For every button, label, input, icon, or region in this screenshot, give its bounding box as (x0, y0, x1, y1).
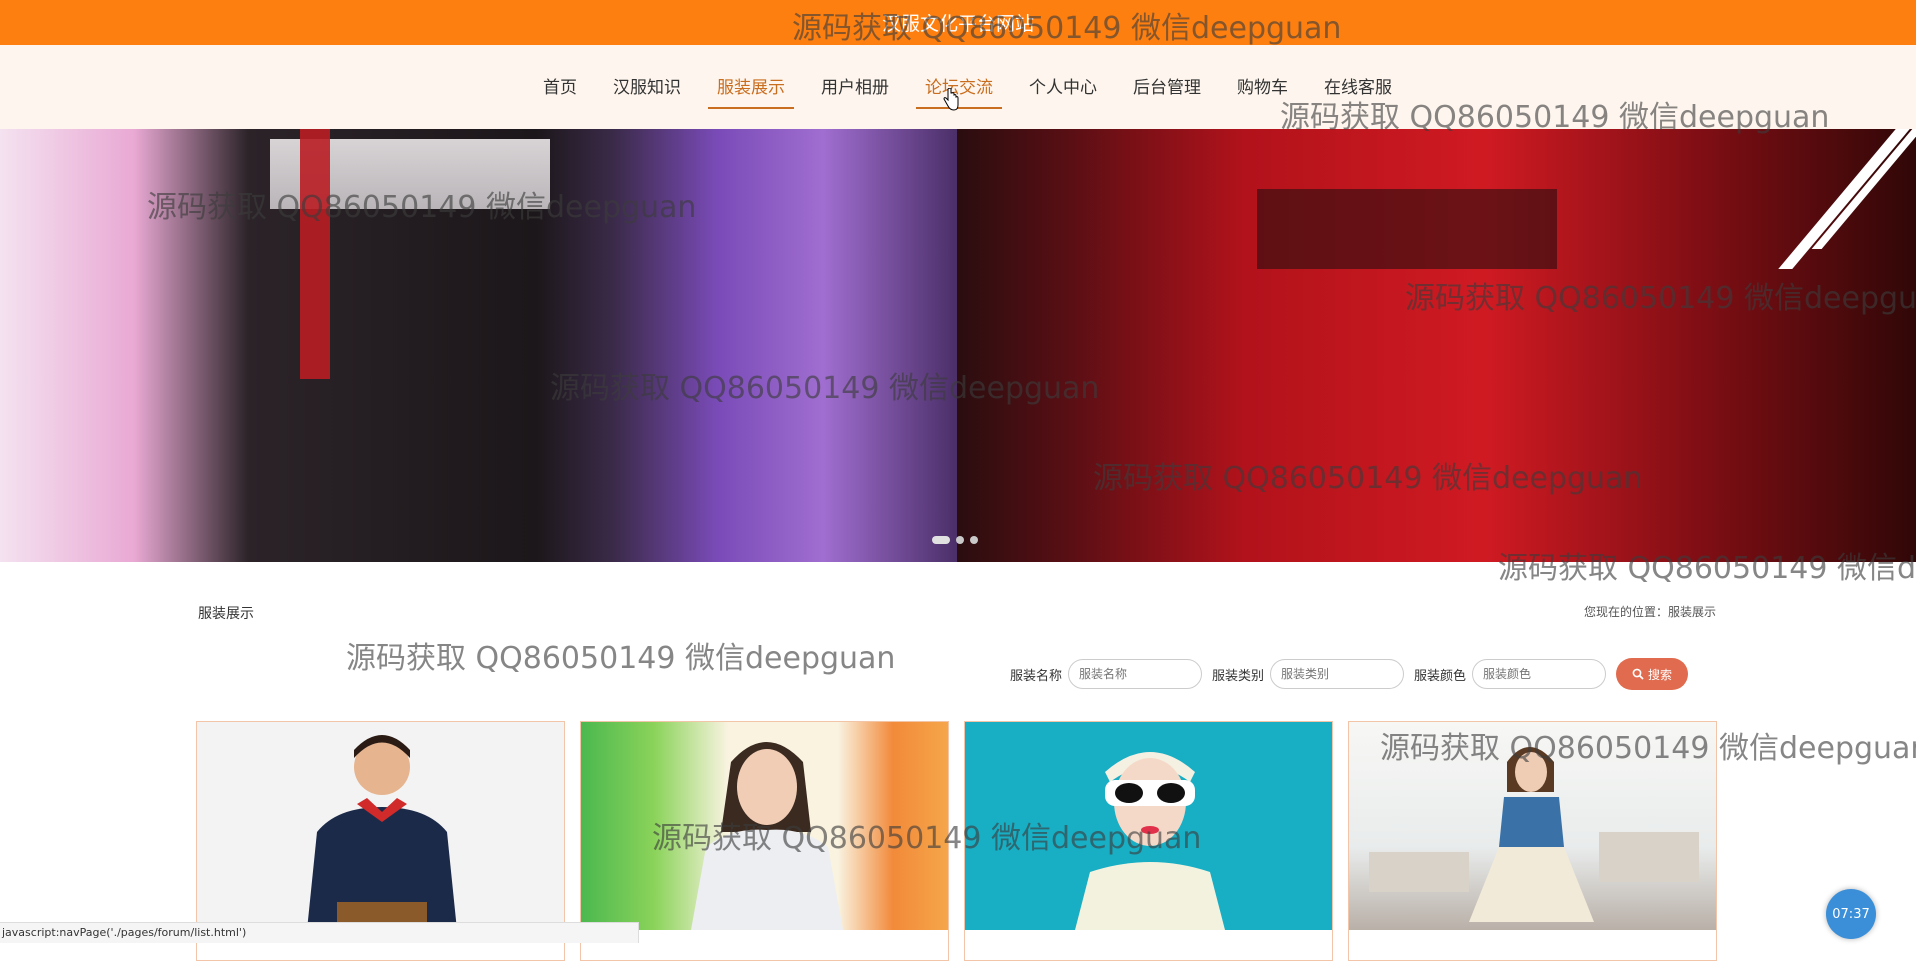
carousel-dot[interactable] (956, 536, 964, 544)
banner-carousel[interactable] (0, 129, 1916, 562)
browser-status-bar: javascript:navPage('./pages/forum/list.h… (0, 922, 639, 943)
type-search-label: 服装类别 (1212, 668, 1265, 684)
breadcrumb: 您现在的位置：服装展示 (1583, 605, 1716, 619)
product-image (1349, 722, 1716, 930)
robe-pattern-band (1257, 189, 1557, 269)
search-button[interactable]: 搜索 (1616, 658, 1689, 690)
top-header-bar: 汉服文化平台网站 (0, 0, 1916, 45)
name-search-input[interactable] (1068, 659, 1203, 689)
product-image (965, 722, 1332, 930)
hand-cursor-icon (943, 88, 959, 111)
search-button-label: 搜索 (1648, 667, 1673, 682)
kimono-cord (300, 129, 330, 379)
nav-item-online-service[interactable]: 在线客服 (1315, 73, 1401, 109)
product-image (581, 722, 948, 930)
nav-menu: 首页 汉服知识 服装展示 用户相册 论坛交流 个人中心 后台管理 购物车 在线客… (525, 73, 1410, 109)
search-icon (1632, 668, 1644, 680)
nav-item-user-album[interactable]: 用户相册 (812, 73, 898, 109)
type-search-input[interactable] (1270, 659, 1405, 689)
robe-stripe (1811, 129, 1916, 249)
site-title: 汉服文化平台网站 (881, 13, 1034, 35)
nav-item-clothing-showcase[interactable]: 服装展示 (708, 73, 794, 109)
color-search-input[interactable] (1472, 659, 1607, 689)
nav-item-cart[interactable]: 购物车 (1228, 73, 1297, 109)
robe-stripe (1778, 129, 1910, 269)
nav-item-home[interactable]: 首页 (534, 73, 586, 109)
color-search-label: 服装颜色 (1414, 668, 1467, 684)
nav-item-hanfu-knowledge[interactable]: 汉服知识 (604, 73, 690, 109)
watermark: 源码获取 QQ86050149 微信deepguan (346, 641, 896, 676)
name-search-label: 服装名称 (1010, 668, 1063, 684)
product-card[interactable] (1348, 721, 1717, 961)
carousel-dot[interactable] (932, 536, 950, 544)
carousel-dot[interactable] (970, 536, 978, 544)
carousel-indicators (932, 536, 978, 544)
section-title: 服装展示 (198, 606, 254, 622)
product-image (197, 722, 564, 930)
nav-item-personal-center[interactable]: 个人中心 (1020, 73, 1106, 109)
banner-slide-red-robe (957, 129, 1916, 562)
product-card[interactable] (964, 721, 1333, 961)
search-bar: 服装名称 服装类别 服装颜色 搜索 (1010, 658, 1689, 690)
banner-slide-kimono (0, 129, 957, 562)
clock-badge[interactable]: 07:37 (1826, 889, 1876, 939)
nav-item-admin[interactable]: 后台管理 (1124, 73, 1210, 109)
main-nav-bar: 首页 汉服知识 服装展示 用户相册 论坛交流 个人中心 后台管理 购物车 在线客… (0, 45, 1916, 129)
